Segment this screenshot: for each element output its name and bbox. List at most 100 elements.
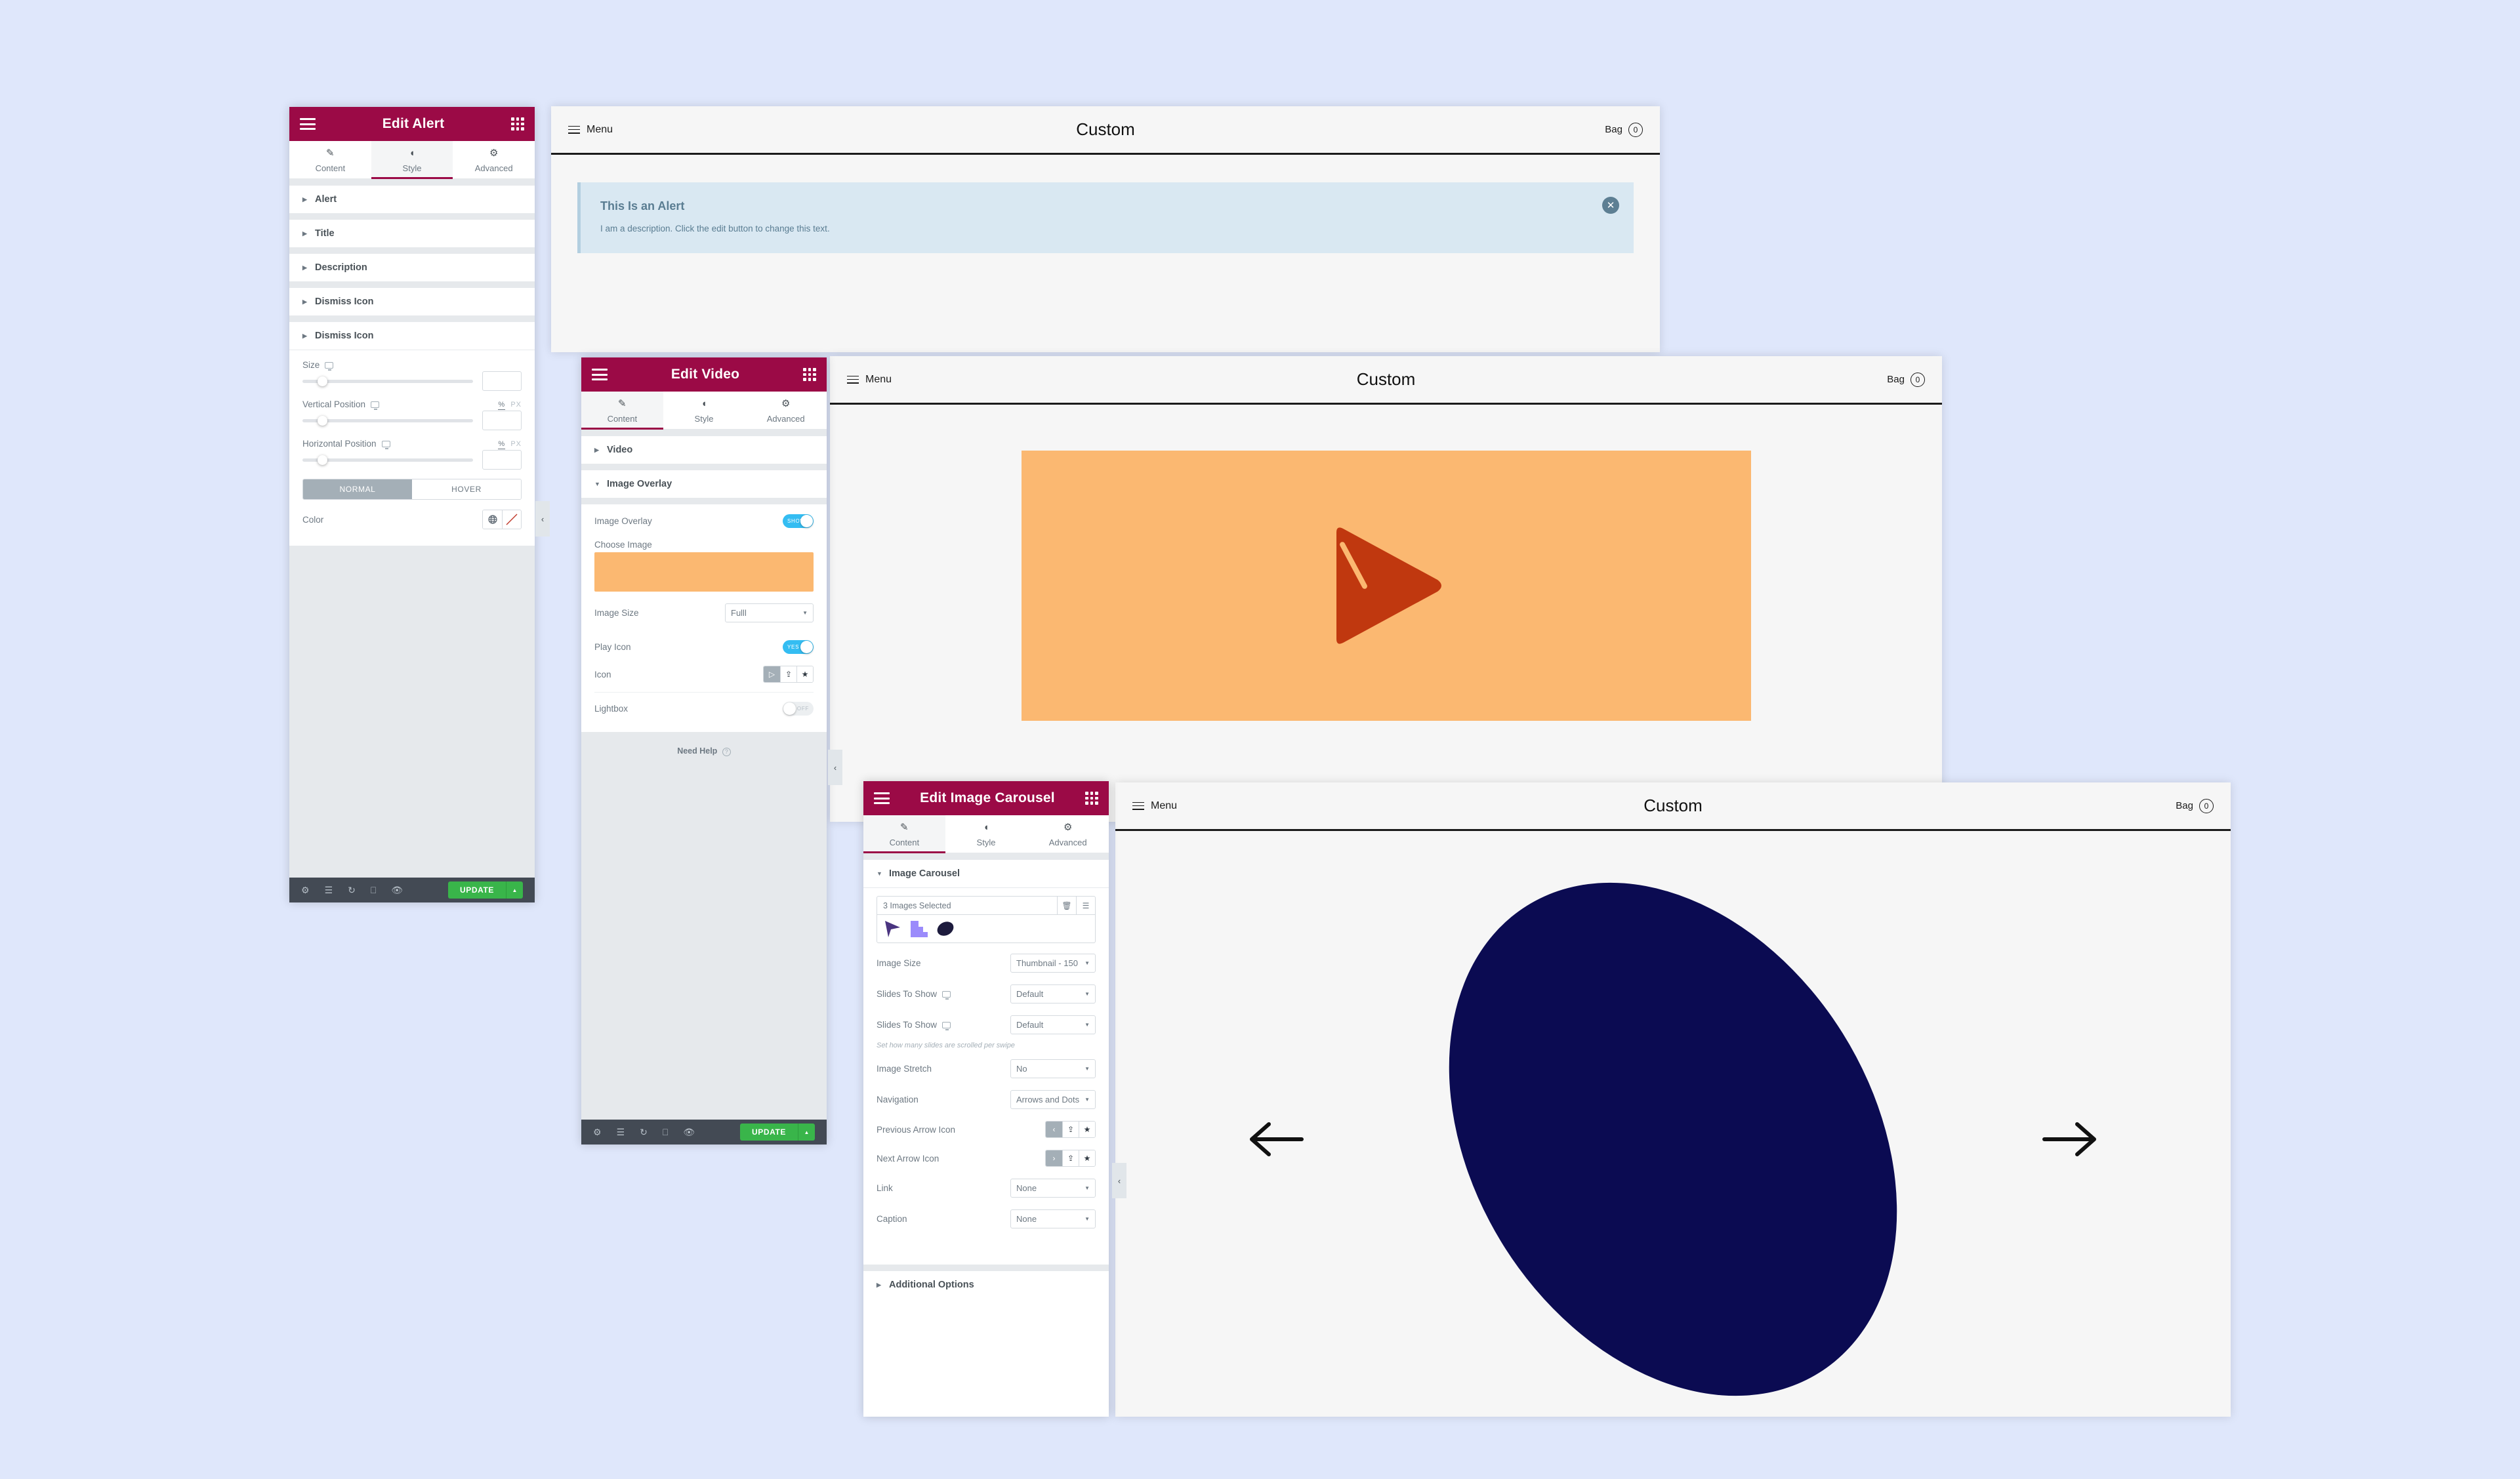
site-menu-button[interactable]: Menu [1132, 800, 1177, 812]
section-image-carousel[interactable]: ▼ Image Carousel [863, 860, 1109, 888]
update-options-caret-icon[interactable]: ▲ [506, 881, 523, 899]
state-hover-button[interactable]: HOVER [412, 479, 521, 499]
gear-icon[interactable]: ⚙ [593, 1127, 602, 1138]
image-stretch-select[interactable]: No ▼ [1010, 1059, 1096, 1078]
color-picker-empty[interactable] [502, 510, 521, 529]
lightbox-switch[interactable]: OFF [783, 702, 814, 716]
responsive-monitor-icon[interactable] [942, 990, 951, 1000]
panel-collapse-handle-alert[interactable]: ‹ [535, 501, 550, 537]
link-select[interactable]: None ▼ [1010, 1179, 1096, 1198]
tab-advanced[interactable]: ⚙ Advanced [745, 392, 827, 429]
arrow-left-icon[interactable] [1247, 1120, 1307, 1158]
site-bag-button[interactable]: Bag 0 [2176, 798, 2214, 813]
size-slider[interactable] [302, 376, 473, 386]
image-overlay-switch[interactable]: SHOW [783, 514, 814, 528]
site-bag-button[interactable]: Bag 0 [1605, 122, 1643, 137]
trash-icon[interactable]: 🗑 [1057, 897, 1076, 915]
panel-collapse-handle-carousel[interactable]: ‹ [1112, 1163, 1126, 1198]
widgets-grid-icon[interactable] [1085, 792, 1098, 805]
play-circle-icon[interactable]: ▷ [764, 666, 780, 682]
tab-style[interactable]: ◖ Style [663, 392, 745, 429]
arrow-cursor-shape-thumbnail[interactable] [883, 919, 903, 939]
star-icon[interactable]: ★ [1079, 1122, 1095, 1137]
unit-px[interactable]: PX [510, 440, 522, 448]
tab-content[interactable]: ✎ Content [863, 815, 945, 853]
section-additional-options[interactable]: ▶ Additional Options [863, 1271, 1109, 1299]
slider-knob[interactable] [318, 455, 328, 465]
star-icon[interactable]: ★ [796, 666, 813, 682]
slides-to-show-select-1[interactable]: Default ▼ [1010, 984, 1096, 1003]
responsive-icon[interactable]: ⎕ [371, 885, 376, 896]
ellipse-shape-thumbnail[interactable] [936, 919, 955, 939]
section-dismiss-icon[interactable]: ▶ Dismiss Icon [289, 288, 535, 315]
chevron-left-icon[interactable]: ‹ [1046, 1122, 1062, 1137]
chevron-right-icon[interactable]: › [1046, 1150, 1062, 1166]
layers-icon[interactable]: ☰ [325, 885, 333, 896]
unit-percent[interactable]: % [498, 439, 506, 449]
caption-select[interactable]: None ▼ [1010, 1209, 1096, 1228]
update-button[interactable]: UPDATE [739, 1124, 798, 1141]
hamburger-icon[interactable] [592, 369, 608, 380]
unit-px[interactable]: PX [510, 401, 522, 409]
section-title[interactable]: ▶ Title [289, 220, 535, 247]
update-options-caret-icon[interactable]: ▲ [798, 1124, 815, 1141]
unit-switcher-horizontal[interactable]: % PX [498, 439, 522, 449]
section-image-overlay[interactable]: ▼ Image Overlay [581, 470, 827, 498]
gallery-stack-icon[interactable]: ☰ [1076, 897, 1095, 915]
widgets-grid-icon[interactable] [511, 117, 524, 131]
slider-knob[interactable] [318, 376, 328, 386]
section-description[interactable]: ▶ Description [289, 254, 535, 281]
preview-eye-icon[interactable]: 👁 [391, 885, 403, 896]
gear-icon[interactable]: ⚙ [301, 885, 310, 896]
star-icon[interactable]: ★ [1079, 1150, 1095, 1166]
section-alert[interactable]: ▶ Alert [289, 186, 535, 213]
tab-content[interactable]: ✎ Content [581, 392, 663, 430]
play-icon-switch[interactable]: YES [783, 640, 814, 654]
responsive-monitor-icon[interactable] [942, 1021, 951, 1030]
history-icon[interactable]: ↻ [640, 1127, 648, 1138]
section-video[interactable]: ▶ Video [581, 436, 827, 464]
vertical-slider[interactable] [302, 415, 473, 426]
navigation-select[interactable]: Arrows and Dots ▼ [1010, 1090, 1096, 1109]
horizontal-slider[interactable] [302, 455, 473, 465]
site-menu-button[interactable]: Menu [568, 124, 613, 136]
upload-icon[interactable]: ⇪ [1062, 1150, 1079, 1166]
size-input[interactable] [482, 371, 522, 391]
responsive-monitor-icon[interactable] [371, 401, 380, 410]
vertical-input[interactable] [482, 411, 522, 430]
arrow-right-icon[interactable] [2039, 1120, 2099, 1158]
globe-icon[interactable] [483, 510, 502, 529]
site-menu-button[interactable]: Menu [847, 374, 892, 386]
slides-to-show-select-2[interactable]: Default ▼ [1010, 1015, 1096, 1034]
slider-knob[interactable] [318, 415, 328, 426]
upload-icon[interactable]: ⇪ [1062, 1122, 1079, 1137]
tab-style[interactable]: ◖ Style [371, 141, 453, 179]
preview-eye-icon[interactable]: 👁 [683, 1127, 695, 1138]
panel-collapse-handle-video[interactable]: ‹ [828, 750, 842, 785]
section-dismiss-icon-open[interactable]: ▶ Dismiss Icon [289, 322, 535, 350]
upload-icon[interactable]: ⇪ [780, 666, 796, 682]
unit-switcher-vertical[interactable]: % PX [498, 400, 522, 410]
state-normal-button[interactable]: NORMAL [303, 479, 412, 499]
horizontal-input[interactable] [482, 450, 522, 470]
hamburger-icon[interactable] [300, 118, 316, 130]
responsive-monitor-icon[interactable] [381, 440, 390, 449]
responsive-icon[interactable]: ⎕ [663, 1127, 668, 1138]
tab-style[interactable]: ◖ Style [945, 815, 1027, 853]
history-icon[interactable]: ↻ [348, 885, 356, 896]
need-help-link[interactable]: Need Help ? [677, 746, 731, 756]
unit-percent[interactable]: % [498, 400, 506, 410]
site-bag-button[interactable]: Bag 0 [1887, 372, 1925, 387]
image-size-select[interactable]: Fulll ▼ [725, 603, 814, 622]
play-triangle-icon[interactable] [1327, 523, 1445, 648]
staircase-shape-thumbnail[interactable] [909, 919, 929, 939]
tab-advanced[interactable]: ⚙ Advanced [453, 141, 535, 178]
update-button[interactable]: UPDATE [447, 881, 506, 899]
layers-icon[interactable]: ☰ [617, 1127, 625, 1138]
image-size-select[interactable]: Thumbnail - 150 x 15 ▼ [1010, 954, 1096, 973]
hamburger-icon[interactable] [874, 792, 890, 804]
chosen-image-thumbnail[interactable] [594, 552, 814, 592]
close-circle-icon[interactable]: ✕ [1602, 197, 1619, 214]
tab-content[interactable]: ✎ Content [289, 141, 371, 178]
widgets-grid-icon[interactable] [803, 368, 816, 381]
